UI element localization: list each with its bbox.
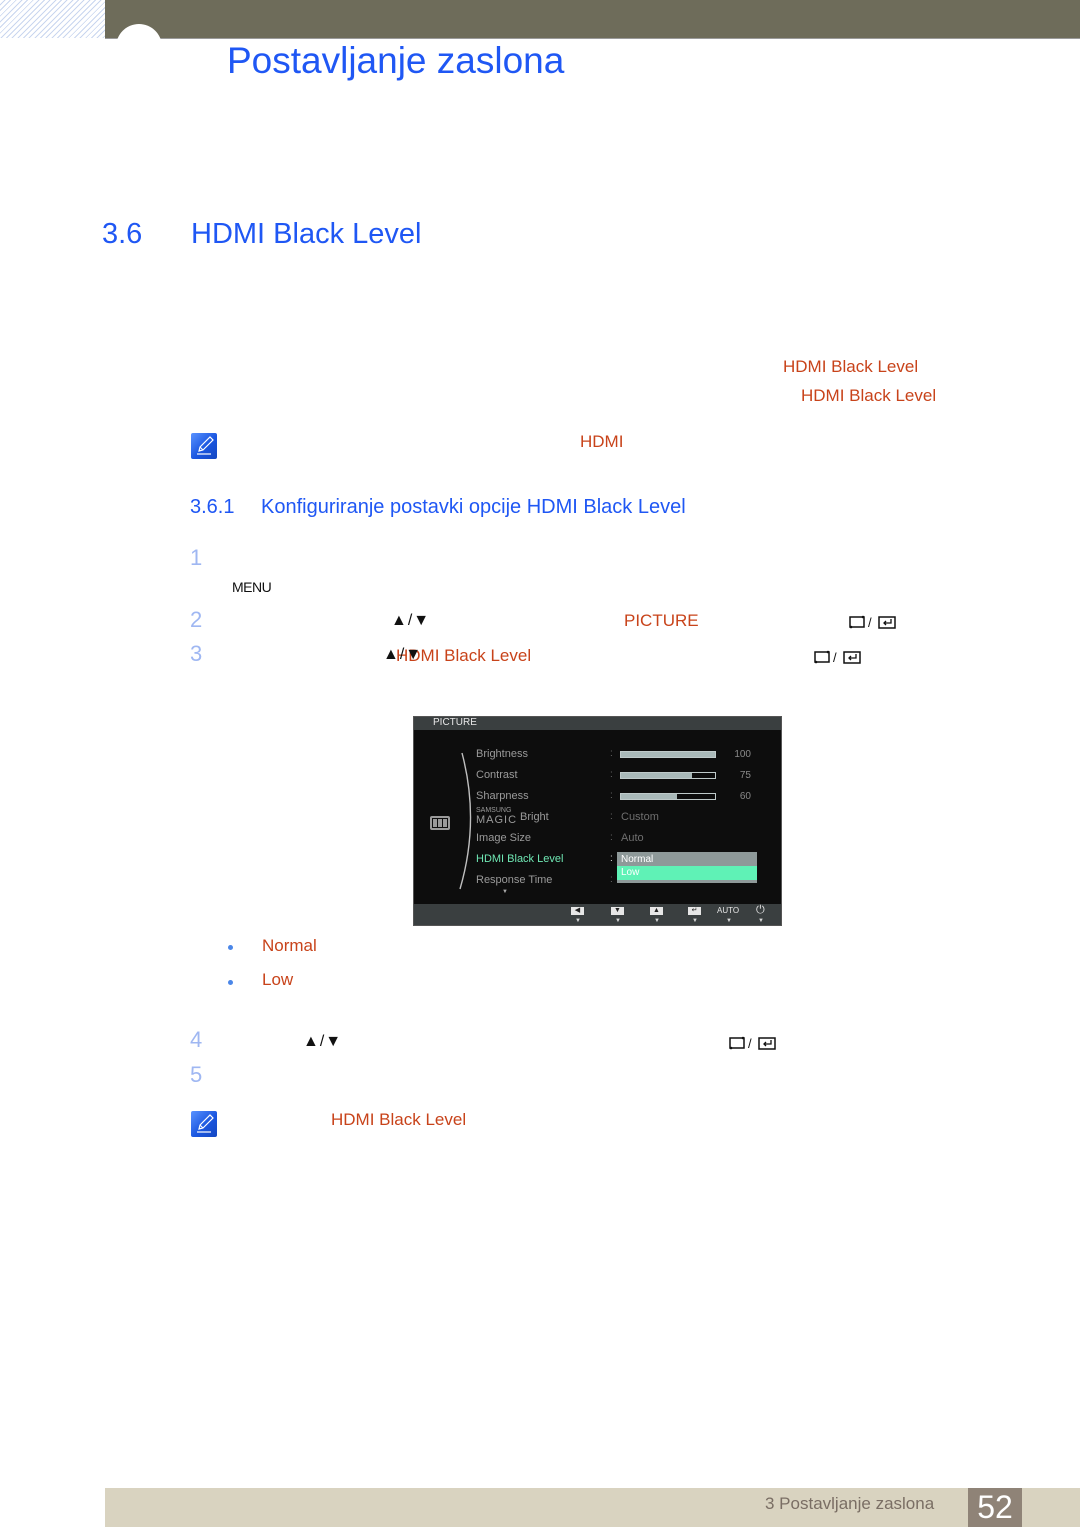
svg-text:/: / bbox=[833, 650, 837, 665]
subsection-title: Konfiguriranje postavki opcije HDMI Blac… bbox=[261, 496, 686, 518]
option-normal: Normal bbox=[262, 936, 317, 955]
option-low: Low bbox=[262, 970, 294, 989]
osd-colon: : bbox=[610, 853, 613, 864]
osd-row-label: Image Size bbox=[476, 832, 532, 844]
source-enter-icon: / bbox=[849, 614, 899, 630]
osd-colon: : bbox=[610, 832, 613, 843]
footer-chapter-text: 3 Postavljanje zaslona bbox=[765, 1494, 935, 1513]
osd-row-value: 60 bbox=[739, 791, 751, 802]
osd-colon: : bbox=[610, 790, 613, 801]
svg-text:/: / bbox=[868, 615, 872, 630]
up-down-arrows-icon: ▲/▼ bbox=[383, 646, 423, 663]
bar-fill bbox=[621, 773, 692, 778]
osd-footer: ◀ ▼ ▲ ↵ AUTO ⏻ ▼ ▼ ▼ ▼ ▼ ▼ bbox=[414, 904, 781, 925]
step-number: 3 bbox=[190, 641, 203, 666]
intro-highlight-2: HDMI Black Level bbox=[801, 386, 937, 405]
dropdown-option: Normal bbox=[621, 854, 654, 865]
step2-highlight: PICTURE bbox=[624, 611, 699, 630]
indicator-icon: ▼ bbox=[654, 918, 660, 924]
chapter-number-badge bbox=[116, 24, 162, 70]
osd-row-label: Brightness bbox=[476, 748, 528, 760]
osd-menu-screenshot: PICTURE Brightness : 100 Contrast : 75 S… bbox=[413, 716, 782, 926]
step-number: 1 bbox=[190, 545, 203, 570]
indicator-icon: ▼ bbox=[575, 918, 581, 924]
subsection-number: 3.6.1 bbox=[190, 496, 235, 518]
picture-menu-icon bbox=[430, 816, 450, 830]
bar-fill bbox=[621, 752, 715, 757]
osd-row-value: Auto bbox=[621, 832, 644, 844]
section-number: 3.6 bbox=[102, 218, 143, 250]
indicator-icon: ▼ bbox=[758, 918, 764, 924]
section-title: HDMI Black Level bbox=[191, 218, 422, 250]
header-decoration bbox=[0, 0, 105, 38]
osd-title: PICTURE bbox=[433, 717, 477, 728]
bar-fill bbox=[621, 794, 678, 799]
left-arrow-button-icon: ◀ bbox=[571, 907, 584, 915]
osd-row-value: Custom bbox=[621, 811, 659, 823]
magic-brand-top: SAMSUNG bbox=[476, 807, 512, 814]
osd-colon: : bbox=[610, 769, 613, 780]
sharpness-bar bbox=[620, 793, 716, 800]
up-down-arrows-icon: ▲/▼ bbox=[391, 612, 431, 629]
source-enter-icon: / bbox=[814, 649, 864, 665]
osd-row-value: 100 bbox=[734, 749, 751, 760]
enter-button-icon: ↵ bbox=[688, 907, 701, 915]
indicator-icon: ▼ bbox=[692, 918, 698, 924]
down-arrow-button-icon: ▼ bbox=[611, 907, 624, 915]
osd-row-label: Sharpness bbox=[476, 790, 529, 802]
bullet-icon bbox=[228, 980, 233, 985]
osd-row-value: 75 bbox=[739, 770, 751, 781]
indicator-icon: ▼ bbox=[615, 918, 621, 924]
osd-row-label-selected: HDMI Black Level bbox=[476, 853, 564, 865]
osd-dropdown: Normal Low bbox=[617, 852, 757, 883]
note-pencil-icon bbox=[191, 433, 217, 459]
osd-row-label: Response Time bbox=[476, 874, 553, 886]
dropdown-option-highlighted: Low bbox=[617, 866, 757, 880]
magic-brand-bottom: MAGIC bbox=[476, 814, 518, 826]
scroll-down-icon: ▼ bbox=[502, 889, 508, 895]
indicator-icon: ▼ bbox=[726, 918, 732, 924]
step-number: 2 bbox=[190, 607, 203, 632]
note-pencil-icon bbox=[191, 1111, 217, 1137]
page-number: 52 bbox=[968, 1488, 1022, 1527]
note1-highlight: HDMI bbox=[580, 432, 624, 451]
osd-colon: : bbox=[610, 811, 613, 822]
contrast-bar bbox=[620, 772, 716, 779]
source-enter-icon: / bbox=[729, 1035, 779, 1051]
svg-text:/: / bbox=[748, 1036, 752, 1051]
menu-key-label: MENU bbox=[232, 579, 272, 595]
power-icon: ⏻ bbox=[756, 904, 765, 916]
osd-row-label: Contrast bbox=[476, 769, 518, 781]
brightness-bar bbox=[620, 751, 716, 758]
osd-header: PICTURE bbox=[414, 717, 781, 730]
header-bar bbox=[105, 0, 1080, 39]
osd-colon: : bbox=[610, 748, 613, 759]
auto-button-label: AUTO bbox=[717, 906, 740, 915]
intro-highlight-1: HDMI Black Level bbox=[783, 357, 919, 376]
osd-colon: : bbox=[610, 874, 613, 885]
chapter-title: Postavljanje zaslona bbox=[227, 40, 565, 81]
step-number: 4 bbox=[190, 1027, 203, 1052]
osd-row-label: Bright bbox=[520, 811, 549, 823]
up-down-arrows-icon: ▲/▼ bbox=[303, 1033, 343, 1050]
up-arrow-button-icon: ▲ bbox=[650, 907, 663, 915]
bullet-icon bbox=[228, 945, 233, 950]
note2-highlight: HDMI Black Level bbox=[331, 1110, 467, 1129]
step-number: 5 bbox=[190, 1062, 203, 1087]
